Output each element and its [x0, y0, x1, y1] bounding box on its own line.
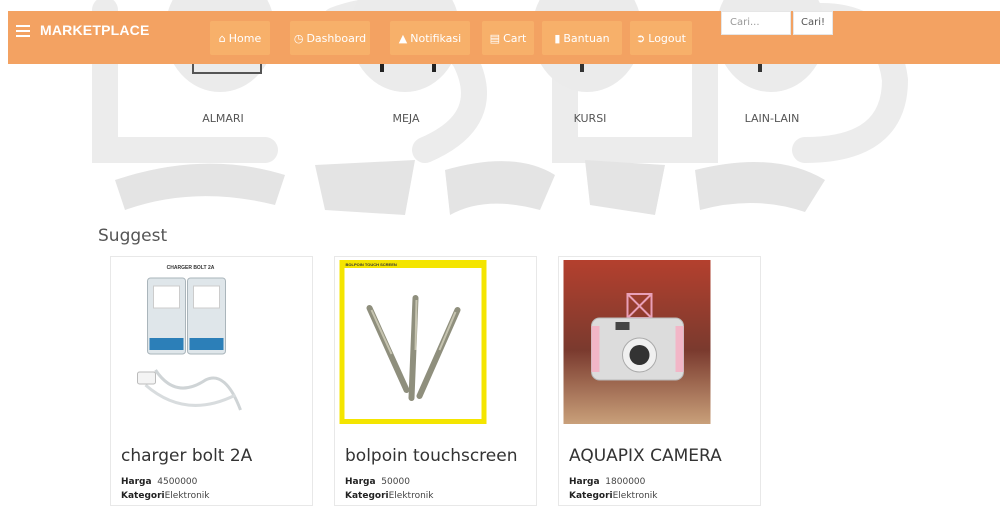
category-label-kursi[interactable]: KURSI [540, 112, 640, 125]
product-name[interactable]: AQUAPIX CAMERA [569, 446, 722, 466]
home-icon: ⌂ [218, 31, 226, 45]
product-category: Elektronik [388, 491, 434, 501]
product-category-row: KategoriElektronik [569, 491, 658, 501]
hamburger-menu-icon[interactable] [16, 25, 30, 37]
product-image-caption: BOLPOIN TOUCH SCREEN [346, 262, 397, 267]
product-price: 4500000 [157, 477, 198, 487]
logout-icon: ➲ [636, 31, 646, 45]
search-button[interactable]: Cari! [793, 11, 833, 35]
product-image-caption: CHARGER BOLT 2A [167, 265, 215, 271]
bell-icon: ▲ [398, 31, 408, 45]
product-category: Elektronik [164, 491, 210, 501]
product-price-row: Harga 1800000 [569, 477, 646, 487]
brand-title[interactable]: MARKETPLACE [40, 22, 150, 38]
search-input[interactable]: Cari... [721, 11, 791, 35]
nav-dashboard-button[interactable]: ◷ Dashboard [290, 21, 370, 55]
nav-bantuan-button[interactable]: ▮ Bantuan [542, 21, 622, 55]
product-price: 50000 [381, 477, 410, 487]
product-name[interactable]: bolpoin touchscreen [345, 446, 517, 466]
product-name[interactable]: charger bolt 2A [121, 446, 252, 466]
nav-cart-button[interactable]: ▤ Cart [482, 21, 534, 55]
product-image-aquapix-camera[interactable] [562, 260, 712, 424]
product-category: Elektronik [612, 491, 658, 501]
top-navbar: MARKETPLACE ⌂ Home ◷ Dashboard ▲ Notifikasi… [8, 11, 1000, 64]
product-image-bolpoin[interactable]: BOLPOIN TOUCH SCREEN [338, 260, 488, 424]
product-card[interactable]: AQUAPIX CAMERA Harga 1800000 KategoriEle… [558, 256, 761, 506]
book-icon: ▮ [554, 31, 561, 45]
cart-icon: ▤ [489, 31, 501, 45]
nav-logout-button[interactable]: ➲ Logout [630, 21, 692, 55]
product-card[interactable]: BOLPOIN TOUCH SCREEN bolpoin touchscreen… [334, 256, 537, 506]
dashboard-icon: ◷ [293, 31, 304, 45]
product-category-row: KategoriElektronik [345, 491, 434, 501]
product-card[interactable]: CHARGER BOLT 2A charger bolt 2A Harga 45… [110, 256, 313, 506]
product-price-row: Harga 50000 [345, 477, 410, 487]
nav-notifikasi-button[interactable]: ▲ Notifikasi [390, 21, 470, 55]
suggest-heading: Suggest [98, 226, 168, 246]
nav-home-button[interactable]: ⌂ Home [210, 21, 270, 55]
product-category-row: KategoriElektronik [121, 491, 210, 501]
product-price-row: Harga 4500000 [121, 477, 198, 487]
category-label-almari[interactable]: ALMARI [173, 112, 273, 125]
product-price: 1800000 [605, 477, 646, 487]
category-label-meja[interactable]: MEJA [356, 112, 456, 125]
category-label-lain-lain[interactable]: LAIN-LAIN [722, 112, 822, 125]
product-image-charger[interactable]: CHARGER BOLT 2A [114, 260, 264, 424]
